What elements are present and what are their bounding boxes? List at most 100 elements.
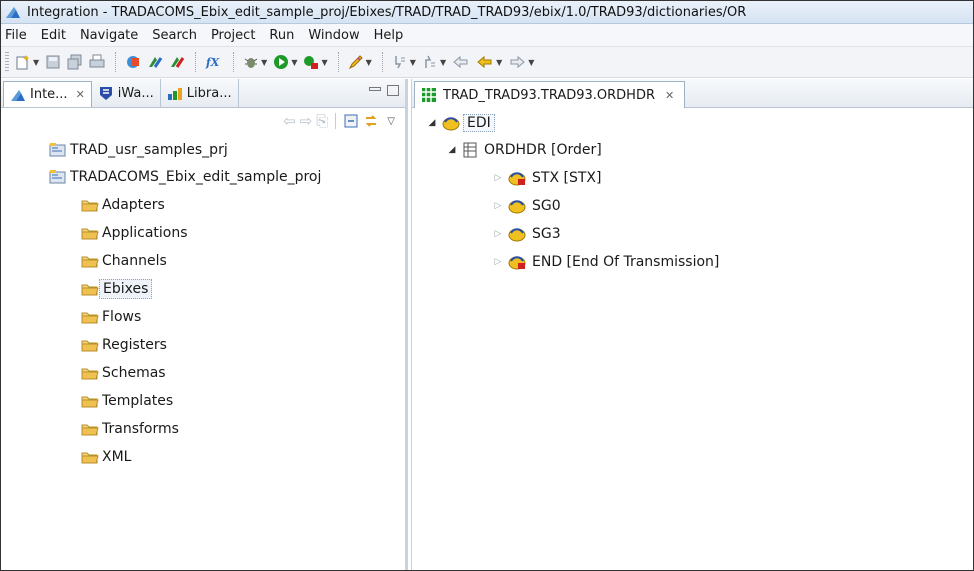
explorer-nav-toolbar: ⇦ ⇨ ⎘ ▽	[1, 108, 405, 135]
segment-group-icon	[442, 117, 460, 131]
main-toolbar: ▼ fX ▼ ▼ ▼ ▼ ▼ ▼ ▼ ▼	[1, 47, 973, 78]
tree-folder-ebixes[interactable]: Ebixes	[81, 278, 153, 300]
menu-run[interactable]: Run	[262, 28, 301, 43]
tab-label: Libra...	[186, 85, 232, 101]
tree-item-label: Transforms	[102, 421, 179, 437]
run-icon[interactable]: ▼	[273, 54, 297, 70]
editor-tab-ordhdr[interactable]: TRAD_TRAD93.TRAD93.ORDHDR ✕	[414, 81, 686, 108]
library-icon	[167, 88, 182, 100]
tree-folder-templates[interactable]: Templates	[81, 390, 176, 412]
tree-project-item[interactable]: TRAD_usr_samples_prj	[49, 139, 231, 161]
left-view-tabs: Inte... ✕ iWa... Libra...	[1, 79, 405, 108]
folder-icon	[81, 200, 99, 212]
ebix-alt-icon[interactable]	[169, 54, 185, 70]
last-edit-icon[interactable]	[452, 54, 470, 70]
maximize-icon[interactable]	[387, 85, 399, 96]
collapse-all-icon[interactable]	[343, 113, 359, 129]
title-bar: Integration - TRADACOMS_Ebix_edit_sample…	[1, 1, 973, 24]
toolbar-separator	[337, 52, 340, 72]
tree-item-label: Templates	[102, 393, 174, 409]
print-icon[interactable]	[89, 54, 105, 70]
iway-icon	[99, 87, 112, 100]
menu-project[interactable]: Project	[204, 28, 262, 43]
menu-bar: File Edit Navigate Search Project Run Wi…	[1, 24, 973, 47]
back-icon[interactable]: ▼	[476, 54, 502, 70]
tab-library[interactable]: Libra...	[161, 79, 239, 107]
web-service-icon[interactable]	[125, 54, 141, 70]
previous-annotation-icon[interactable]: ▼	[422, 54, 446, 70]
tree-item-label: Schemas	[102, 365, 166, 381]
tree-folder-adapters[interactable]: Adapters	[81, 194, 168, 216]
ebix-icon[interactable]	[147, 54, 163, 70]
minimize-icon[interactable]	[369, 87, 381, 91]
tree-item-label: Adapters	[102, 197, 165, 213]
menu-window[interactable]: Window	[301, 28, 366, 43]
segment-icon	[508, 172, 526, 186]
tree-folder-applications[interactable]: Applications	[81, 222, 191, 244]
tree-node-label: STX [STX]	[532, 170, 602, 186]
tree-node-edi[interactable]: ◢ EDI	[426, 112, 495, 134]
tree-item-label: Channels	[102, 253, 167, 269]
menu-search[interactable]: Search	[145, 28, 204, 43]
editor-tabs: TRAD_TRAD93.TRAD93.ORDHDR ✕	[412, 79, 973, 108]
tree-node-end[interactable]: ▷ END [End Of Transmission]	[492, 251, 722, 273]
tree-folder-flows[interactable]: Flows	[81, 306, 144, 328]
expanded-arrow-icon[interactable]: ◢	[426, 118, 438, 128]
svg-text:fX: fX	[205, 56, 220, 69]
grid-editor-icon	[422, 88, 436, 102]
tab-iway[interactable]: iWa...	[92, 79, 161, 107]
eclipse-window: Integration - TRADACOMS_Ebix_edit_sample…	[0, 0, 974, 571]
tree-node-label: SG3	[532, 226, 561, 242]
collapsed-arrow-icon[interactable]: ▷	[492, 229, 504, 239]
close-icon[interactable]: ✕	[76, 88, 85, 101]
tree-item-label: Applications	[102, 225, 188, 241]
toolbar-grip[interactable]	[5, 52, 9, 72]
collapsed-arrow-icon[interactable]: ▷	[492, 201, 504, 211]
tab-integration-explorer[interactable]: Inte... ✕	[3, 81, 92, 107]
tree-node-label: END [End Of Transmission]	[532, 254, 720, 270]
close-icon[interactable]: ✕	[665, 89, 674, 102]
tree-folder-schemas[interactable]: Schemas	[81, 362, 169, 384]
toolbar-separator	[233, 52, 235, 72]
link-with-editor-icon[interactable]	[363, 113, 379, 129]
tree-node-sg0[interactable]: ▷ SG0	[492, 195, 564, 217]
message-table-icon	[463, 142, 477, 158]
segment-group-icon	[508, 228, 526, 242]
tab-label: Inte...	[30, 87, 68, 102]
segment-group-icon	[508, 200, 526, 214]
tree-node-label: EDI	[463, 114, 495, 132]
forward-arrow-icon[interactable]: ⇨	[300, 112, 313, 130]
tree-node-sg3[interactable]: ▷ SG3	[492, 223, 564, 245]
folder-icon	[81, 284, 99, 296]
menu-edit[interactable]: Edit	[34, 28, 73, 43]
menu-help[interactable]: Help	[367, 28, 411, 43]
tree-node-ordhdr[interactable]: ◢ ORDHDR [Order]	[446, 139, 605, 161]
pencil-icon[interactable]: ▼	[348, 54, 372, 70]
view-menu-icon[interactable]: ▽	[387, 116, 395, 127]
up-folder-icon[interactable]: ⎘	[316, 112, 328, 130]
tree-item-label: Flows	[102, 309, 142, 325]
new-wizard-icon[interactable]: ▼	[15, 54, 39, 70]
folder-icon	[81, 256, 99, 268]
tree-folder-xml[interactable]: XML	[81, 446, 134, 468]
tree-folder-channels[interactable]: Channels	[81, 250, 170, 272]
tree-folder-transforms[interactable]: Transforms	[81, 418, 182, 440]
tree-project-item[interactable]: TRADACOMS_Ebix_edit_sample_proj	[49, 166, 324, 188]
tree-item-label: TRAD_usr_samples_prj	[70, 142, 228, 158]
fx-icon[interactable]: fX	[205, 54, 223, 70]
external-tools-icon[interactable]: ▼	[303, 54, 328, 70]
tree-folder-registers[interactable]: Registers	[81, 334, 170, 356]
tree-node-stx[interactable]: ▷ STX [STX]	[492, 167, 604, 189]
collapsed-arrow-icon[interactable]: ▷	[492, 257, 504, 267]
menu-file[interactable]: File	[1, 28, 34, 43]
back-arrow-icon[interactable]: ⇦	[283, 112, 296, 130]
save-all-icon[interactable]	[67, 54, 83, 70]
menu-navigate[interactable]: Navigate	[73, 28, 145, 43]
tree-item-label: XML	[102, 449, 132, 465]
debug-icon[interactable]: ▼	[243, 54, 267, 70]
collapsed-arrow-icon[interactable]: ▷	[492, 173, 504, 183]
save-icon[interactable]	[45, 54, 61, 70]
next-annotation-icon[interactable]: ▼	[392, 54, 416, 70]
forward-icon[interactable]: ▼	[508, 54, 534, 70]
expanded-arrow-icon[interactable]: ◢	[446, 145, 458, 155]
